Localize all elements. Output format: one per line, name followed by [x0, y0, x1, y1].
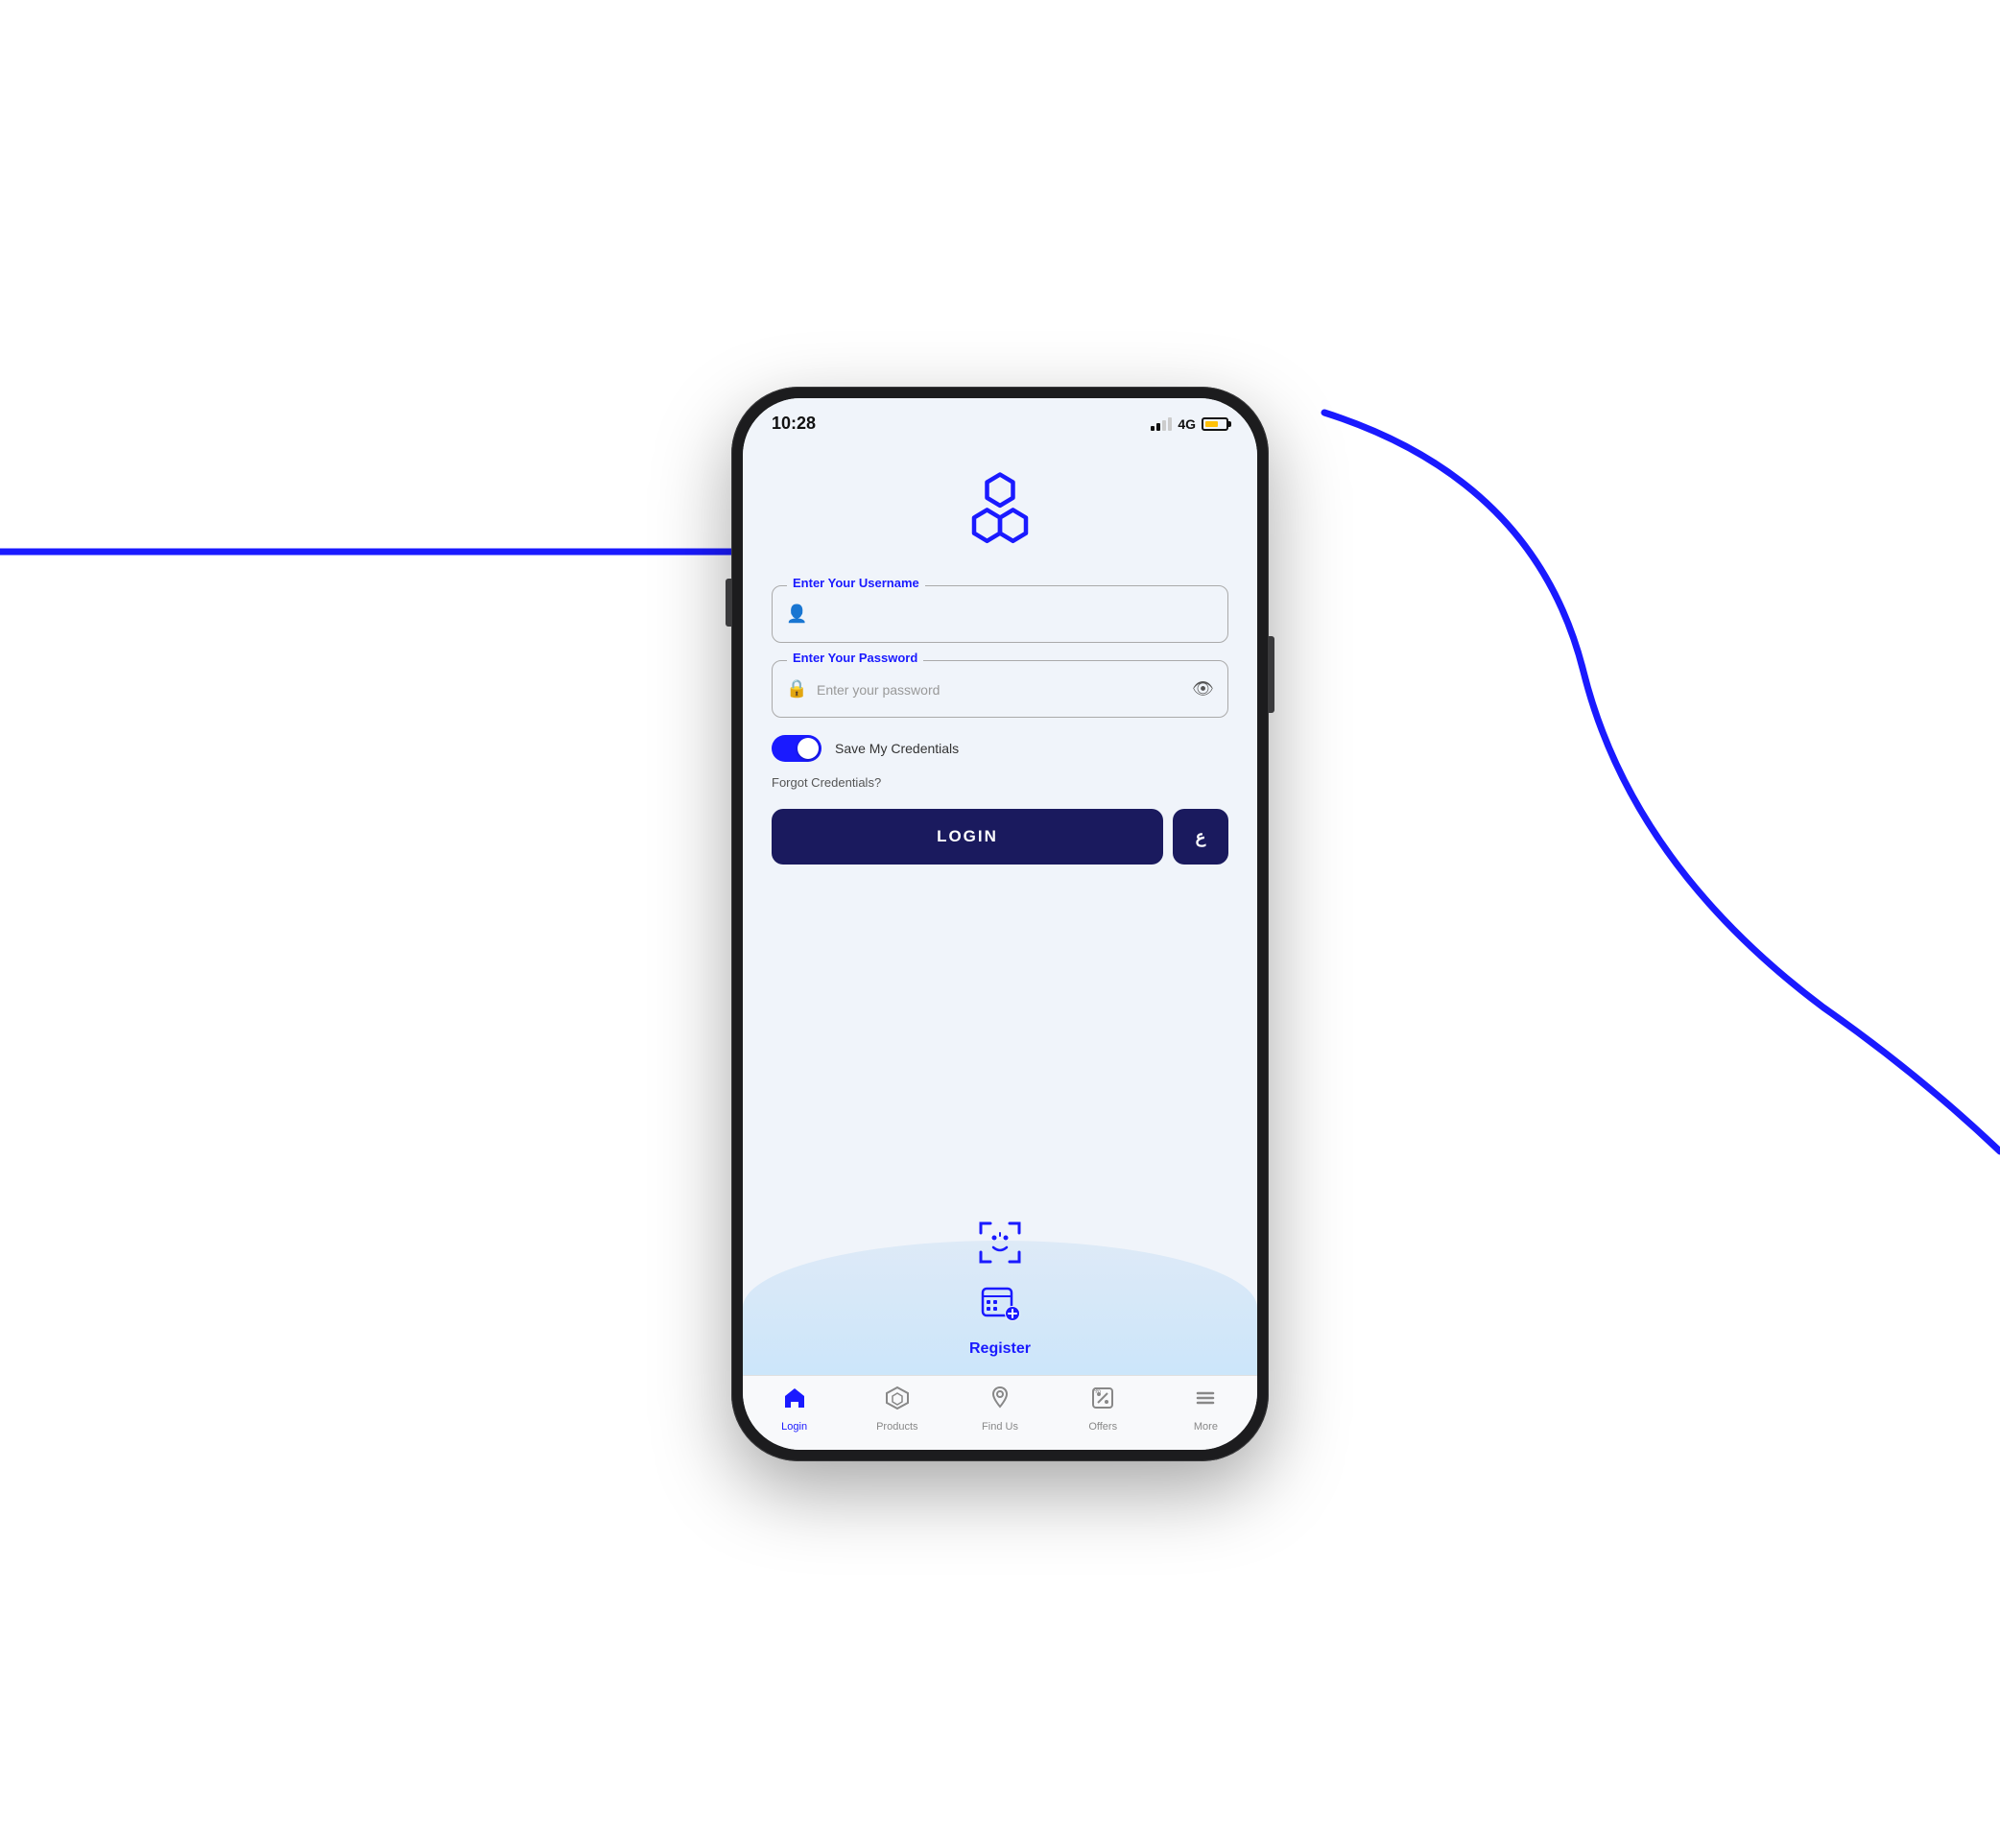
- nav-label-offers: Offers: [1088, 1421, 1117, 1433]
- register-area: Register: [969, 1283, 1031, 1365]
- password-field-wrapper: Enter Your Password 🔒 Enter your passwor…: [772, 660, 1228, 718]
- app-logo: [957, 470, 1043, 557]
- status-time: 10:28: [772, 414, 816, 434]
- bottom-wave-area: Register: [772, 1219, 1228, 1375]
- save-credentials-label: Save My Credentials: [835, 741, 959, 756]
- register-label[interactable]: Register: [969, 1340, 1031, 1358]
- phone-shell: 10:28 4G: [731, 387, 1269, 1461]
- phone-screen: 10:28 4G: [743, 398, 1257, 1450]
- nav-item-login[interactable]: Login: [743, 1386, 845, 1433]
- credentials-toggle[interactable]: [772, 735, 821, 762]
- toggle-knob: [798, 738, 819, 759]
- nav-item-products[interactable]: Products: [845, 1386, 948, 1433]
- status-bar: 10:28 4G: [743, 398, 1257, 441]
- login-form: Enter Your Username 👤 Enter Your Passwor…: [772, 585, 1228, 1219]
- home-icon: [782, 1386, 807, 1417]
- location-icon: [988, 1386, 1012, 1417]
- nav-label-products: Products: [876, 1421, 917, 1433]
- nav-item-find-us[interactable]: Find Us: [948, 1386, 1051, 1433]
- network-label: 4G: [1178, 416, 1196, 432]
- username-field-wrapper: Enter Your Username 👤: [772, 585, 1228, 643]
- nav-item-offers[interactable]: % Offers: [1052, 1386, 1155, 1433]
- password-placeholder: Enter your password: [817, 682, 940, 698]
- offers-icon: %: [1090, 1386, 1115, 1417]
- username-label: Enter Your Username: [787, 576, 925, 590]
- products-icon: [885, 1386, 910, 1417]
- password-input[interactable]: 🔒 Enter your password 👁: [772, 660, 1228, 718]
- lock-icon: 🔒: [786, 679, 807, 699]
- forgot-credentials-link[interactable]: Forgot Credentials?: [772, 775, 1228, 790]
- register-icon[interactable]: [979, 1283, 1021, 1335]
- username-input[interactable]: 👤: [772, 585, 1228, 643]
- logo-area: [772, 441, 1228, 585]
- face-scan-icon: [976, 1219, 1024, 1267]
- biometric-icon[interactable]: [976, 1219, 1024, 1277]
- eye-icon[interactable]: 👁: [1192, 679, 1214, 699]
- svg-text:%: %: [1094, 1386, 1101, 1395]
- main-content: Enter Your Username 👤 Enter Your Passwor…: [743, 441, 1257, 1375]
- login-row: LOGIN ع: [772, 809, 1228, 865]
- nav-label-find-us: Find Us: [982, 1421, 1018, 1433]
- save-credentials-row: Save My Credentials: [772, 735, 1228, 762]
- password-label: Enter Your Password: [787, 651, 923, 665]
- login-button[interactable]: LOGIN: [772, 809, 1163, 865]
- nav-item-more[interactable]: More: [1155, 1386, 1257, 1433]
- battery-icon: [1202, 417, 1228, 431]
- nav-label-more: More: [1194, 1421, 1218, 1433]
- language-button[interactable]: ع: [1173, 809, 1228, 865]
- bottom-nav: Login Products: [743, 1375, 1257, 1450]
- nav-label-login: Login: [781, 1421, 807, 1433]
- signal-icon: [1151, 417, 1172, 431]
- status-icons: 4G: [1151, 416, 1228, 432]
- user-icon: 👤: [786, 604, 807, 625]
- more-icon: [1193, 1386, 1218, 1417]
